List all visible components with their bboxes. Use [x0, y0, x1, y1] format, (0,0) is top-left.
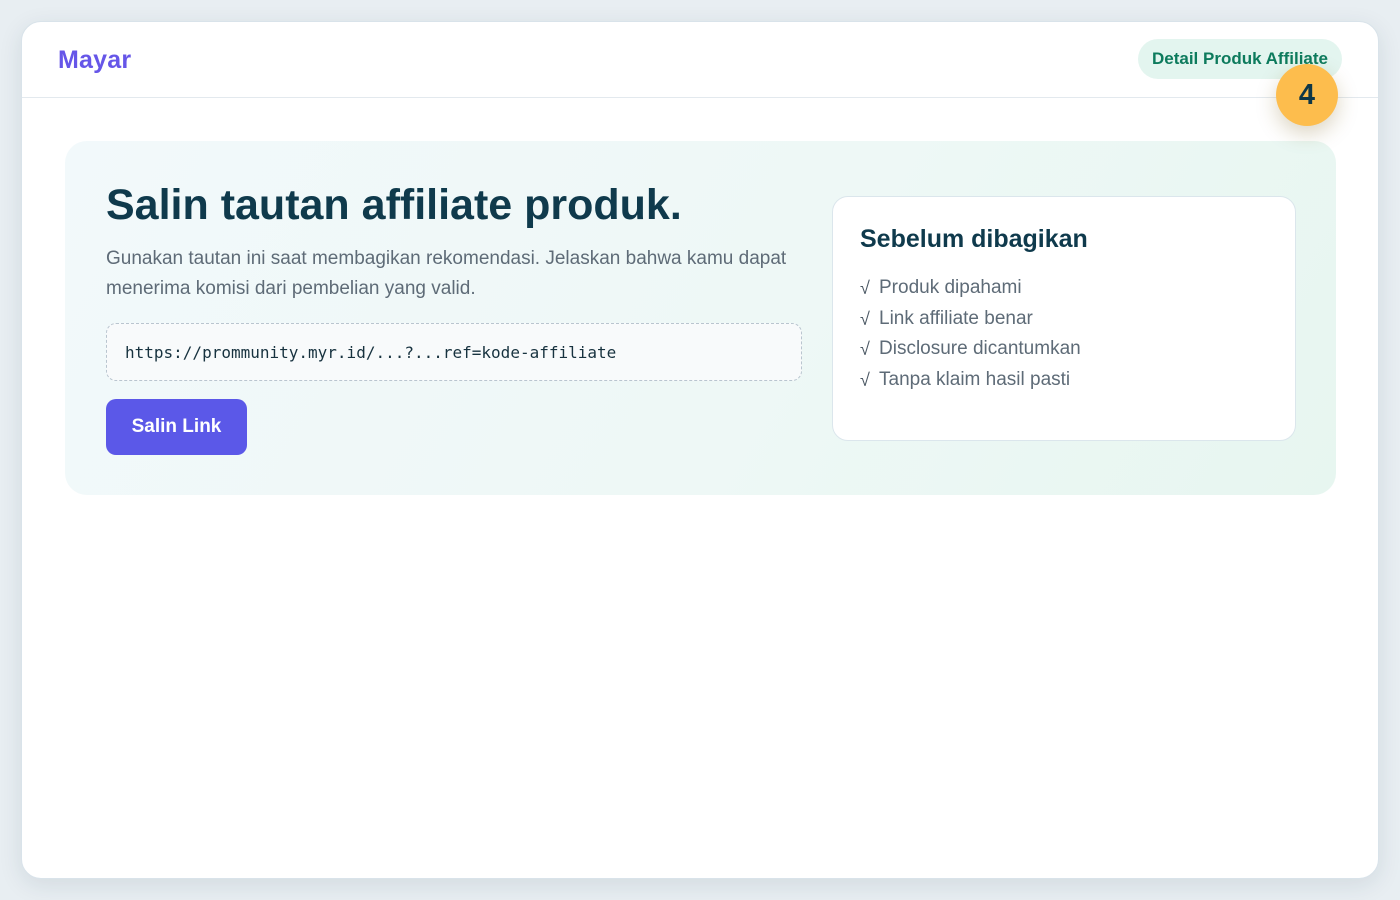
checklist-title: Sebelum dibagikan	[860, 225, 1088, 253]
app-window: Mayar Detail Produk Affiliate 4 Salin ta…	[21, 21, 1379, 879]
checklist-item-label: Produk dipahami	[879, 277, 1022, 298]
pre-share-checklist-card: Sebelum dibagikan √ Produk dipahami √ Li…	[832, 196, 1296, 441]
affiliate-link-panel: Salin tautan affiliate produk. Gunakan t…	[65, 141, 1336, 495]
check-icon: √	[860, 339, 870, 359]
affiliate-link-field[interactable]: https://prommunity.myr.id/...?...ref=kod…	[106, 323, 802, 381]
checklist-item-label: Link affiliate benar	[879, 307, 1033, 329]
step-number-badge: 4	[1276, 64, 1338, 126]
page-title: Salin tautan affiliate produk.	[106, 181, 682, 229]
checklist-item-label: Tanpa klaim hasil pasti	[879, 368, 1071, 390]
checklist-item: √ Produk dipahami	[860, 273, 1081, 304]
checklist-item: √ Disclosure dicantumkan	[860, 334, 1081, 365]
checklist-item: √ Link affiliate benar	[860, 304, 1081, 335]
checklist-item: √ Tanpa klaim hasil pasti	[860, 365, 1081, 396]
checklist-item-label: Disclosure dicantumkan	[879, 338, 1081, 359]
top-bar: Mayar Detail Produk Affiliate	[22, 22, 1378, 98]
copy-link-button[interactable]: Salin Link	[106, 399, 247, 455]
check-icon: √	[860, 369, 870, 390]
check-icon: √	[860, 308, 870, 329]
checklist: √ Produk dipahami √ Link affiliate benar…	[860, 273, 1081, 395]
check-icon: √	[860, 278, 870, 298]
brand-logo[interactable]: Mayar	[58, 46, 131, 75]
page-description: Gunakan tautan ini saat membagikan rekom…	[106, 248, 787, 299]
